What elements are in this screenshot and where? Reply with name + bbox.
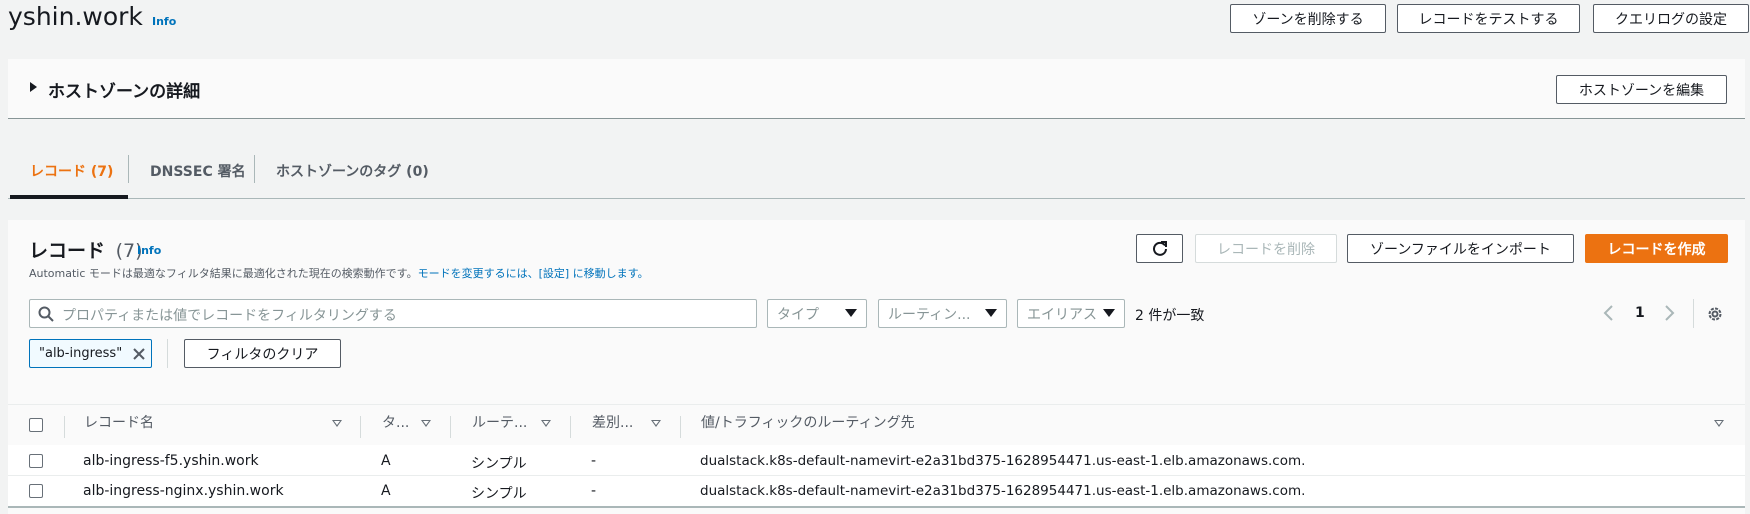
refresh-button[interactable] — [1136, 234, 1183, 263]
tab-records-underline — [10, 195, 128, 199]
type-filter-select[interactable]: タイプ — [767, 299, 867, 328]
close-icon[interactable] — [132, 347, 146, 361]
record-differentiator: - — [591, 483, 597, 499]
pagination-divider — [1693, 299, 1694, 328]
row-checkbox[interactable] — [29, 454, 43, 468]
type-filter-label: タイプ — [777, 306, 819, 323]
column-header-routing[interactable]: ルーテ... — [472, 412, 527, 432]
record-value: dualstack.k8s-default-namevirt-e2a31bd37… — [700, 453, 1306, 469]
tab-dnssec[interactable]: DNSSEC 署名 — [150, 161, 246, 181]
tab-divider — [254, 155, 255, 183]
column-header-value[interactable]: 値/トラフィックのルーティング先 — [701, 412, 915, 432]
expand-caret-icon[interactable] — [30, 82, 37, 92]
sort-icon[interactable] — [651, 420, 661, 427]
prev-page-icon[interactable] — [1602, 304, 1616, 322]
sort-icon[interactable] — [1714, 420, 1724, 427]
tab-divider — [128, 155, 129, 183]
record-name: alb-ingress-nginx.yshin.work — [83, 483, 284, 499]
match-count: 2 件が一致 — [1135, 308, 1205, 324]
details-title[interactable]: ホストゾーンの詳細 — [48, 77, 200, 102]
sort-icon[interactable] — [541, 420, 551, 427]
filter-token-label: "alb-ingress" — [39, 346, 123, 361]
record-name: alb-ingress-f5.yshin.work — [83, 453, 259, 469]
refresh-icon — [1152, 240, 1167, 256]
caret-down-icon — [1103, 309, 1115, 317]
records-title: レコード (7) — [29, 236, 143, 263]
records-description: Automatic モードは最適なフィルタ結果に最適化された現在の検索動作です。… — [29, 265, 649, 281]
hosted-zone-details-panel: ホストゾーンの詳細 ホストゾーンを編集 — [8, 59, 1745, 119]
caret-down-icon — [845, 309, 857, 317]
records-title-text: レコード — [29, 240, 106, 262]
page-title: yshin.work — [8, 2, 143, 31]
tab-records[interactable]: レコード (7) — [30, 161, 113, 181]
search-placeholder: プロパティまたは値でレコードをフィルタリングする — [62, 308, 397, 324]
routing-filter-select[interactable]: ルーティン... — [878, 299, 1007, 328]
record-value: dualstack.k8s-default-namevirt-e2a31bd37… — [700, 483, 1306, 499]
clear-filters-button[interactable]: フィルタのクリア — [184, 339, 341, 368]
column-divider — [360, 416, 361, 438]
record-differentiator: - — [591, 453, 597, 469]
filter-token: "alb-ingress" — [29, 339, 152, 368]
alias-filter-label: エイリアス — [1027, 306, 1097, 323]
import-zone-file-button[interactable]: ゾーンファイルをインポート — [1347, 234, 1574, 263]
record-routing: シンプル — [471, 486, 527, 502]
next-page-icon[interactable] — [1662, 304, 1676, 322]
caret-down-icon — [985, 309, 997, 317]
routing-filter-label: ルーティン... — [888, 306, 971, 323]
create-record-button[interactable]: レコードを作成 — [1585, 234, 1728, 263]
tab-bar — [8, 198, 1745, 199]
delete-record-button[interactable]: レコードを削除 — [1195, 234, 1337, 263]
column-header-type[interactable]: タ... — [382, 412, 409, 432]
search-icon — [38, 306, 54, 322]
info-link[interactable]: Info — [152, 15, 176, 28]
column-header-differentiator[interactable]: 差別... — [592, 412, 633, 432]
description-text: Automatic モードは最適なフィルタ結果に最適化された現在の検索動作です。 — [29, 267, 418, 280]
column-divider — [64, 416, 65, 438]
column-divider — [450, 416, 451, 438]
query-log-button[interactable]: クエリログの設定 — [1593, 4, 1749, 33]
settings-link[interactable]: モードを変更するには、[設定] に移動します。 — [418, 267, 649, 280]
search-input[interactable]: プロパティまたは値でレコードをフィルタリングする — [29, 299, 757, 328]
records-info-link[interactable]: Info — [137, 244, 161, 257]
page-number[interactable]: 1 — [1635, 305, 1645, 321]
column-divider — [570, 416, 571, 438]
select-all-checkbox[interactable] — [29, 418, 43, 432]
record-type: A — [381, 453, 391, 469]
sort-icon[interactable] — [332, 420, 342, 427]
gear-icon[interactable] — [1706, 305, 1724, 323]
alias-filter-select[interactable]: エイリアス — [1017, 299, 1125, 328]
edit-hosted-zone-button[interactable]: ホストゾーンを編集 — [1556, 75, 1727, 104]
column-divider — [680, 416, 681, 438]
test-record-button[interactable]: レコードをテストする — [1397, 4, 1580, 33]
token-divider — [167, 339, 168, 368]
tab-tags[interactable]: ホストゾーンのタグ (0) — [276, 161, 429, 181]
sort-icon[interactable] — [421, 420, 431, 427]
row-checkbox[interactable] — [29, 484, 43, 498]
delete-zone-button[interactable]: ゾーンを削除する — [1230, 4, 1386, 33]
record-type: A — [381, 483, 391, 499]
column-header-name[interactable]: レコード名 — [84, 412, 154, 432]
record-routing: シンプル — [471, 456, 527, 472]
